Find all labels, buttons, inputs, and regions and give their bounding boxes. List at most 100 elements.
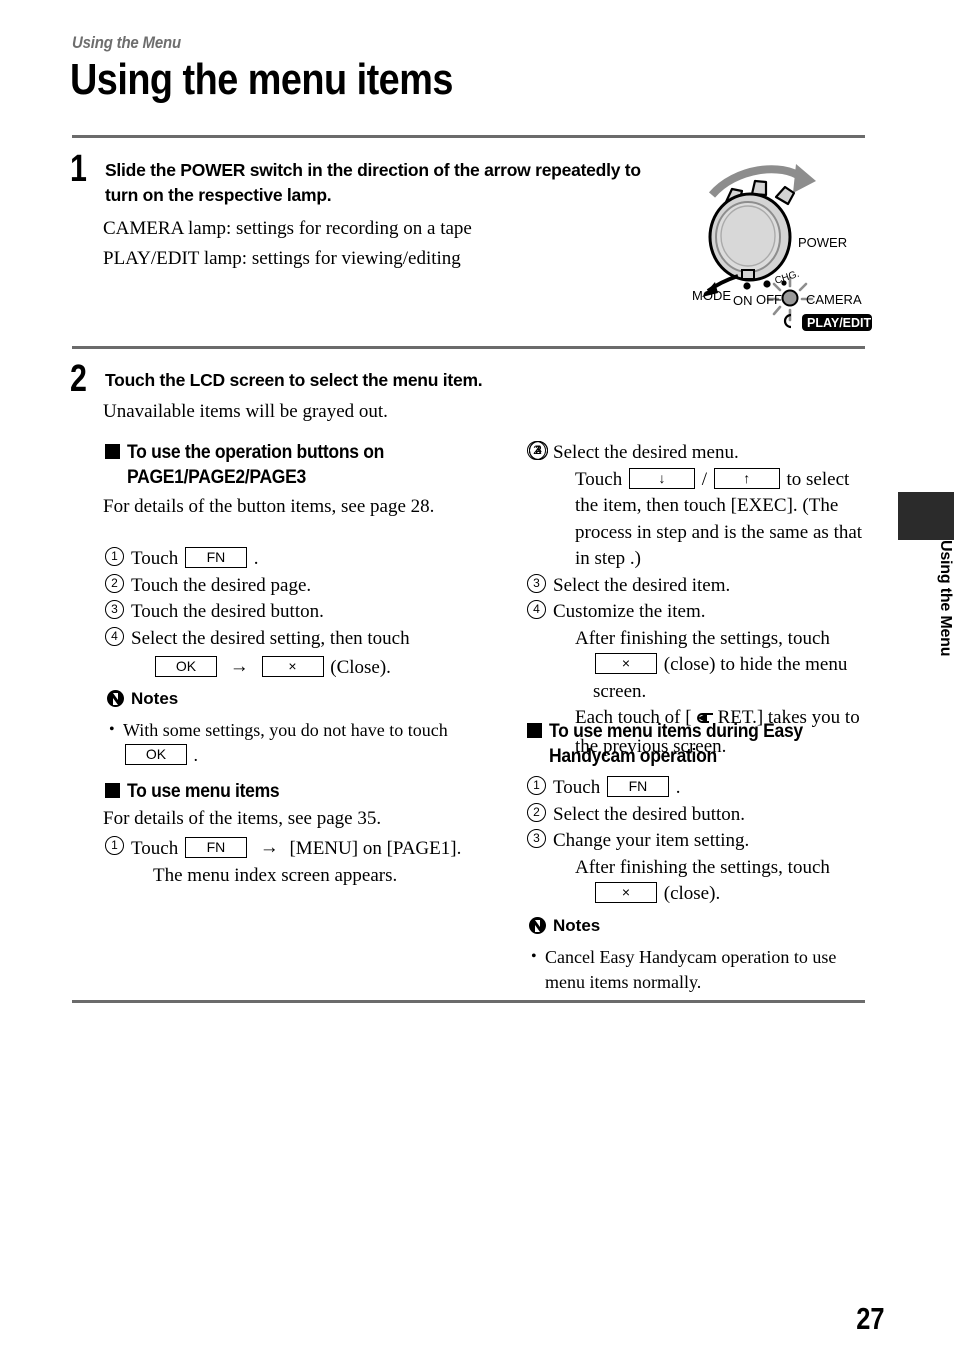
- key-ok[interactable]: OK: [155, 656, 217, 677]
- list-item-sub: Touch ↓ / ↑ to select the item, then tou…: [529, 441, 867, 573]
- notes-heading-2: Notes: [529, 916, 600, 936]
- notes-list-1: With some settings, you do not have to t…: [107, 717, 457, 768]
- notes-title: Notes: [553, 916, 601, 935]
- key-close[interactable]: ×: [261, 656, 324, 677]
- list-item: 3 Change your item setting. After finish…: [527, 828, 867, 908]
- list-item: With some settings, you do not have to t…: [107, 717, 457, 768]
- divider-top: [72, 135, 865, 138]
- step-1-body-line-1: CAMERA lamp: settings for recording on a…: [103, 218, 472, 239]
- section2-steps: 1 Touch FN → [MENU] on [PAGE1]. The menu…: [105, 835, 465, 889]
- circled-number: 2: [105, 573, 124, 593]
- list-item-text: Select the desired button.: [553, 803, 746, 825]
- key-arrow-up[interactable]: ↑: [713, 467, 780, 489]
- step-1-body-line-2: PLAY/EDIT lamp: settings for viewing/edi…: [103, 248, 461, 269]
- circled-number-ref-2: 2: [529, 441, 548, 460]
- key-fn[interactable]: FN: [606, 776, 669, 797]
- list-item-text: Touch: [131, 548, 179, 569]
- list-item: 2 Touch the desired page.: [105, 573, 465, 600]
- step-2-body-line-1: Unavailable items will be grayed out.: [103, 401, 388, 422]
- list-item-text: Change your item setting.: [553, 830, 750, 851]
- list-item-text: Touch the desired button.: [131, 601, 324, 622]
- section2-intro: For details of the items, see page 35.: [103, 808, 382, 829]
- manual-page: Using the Menu Using the menu items 1 Sl…: [0, 0, 954, 1357]
- sub-text-before: Touch: [575, 468, 623, 490]
- circled-number: 1: [105, 836, 124, 855]
- note-suffix: .: [193, 745, 199, 765]
- step-1-heading: Slide the POWER switch in the direction …: [105, 160, 641, 205]
- dial-label-power: POWER: [798, 235, 847, 250]
- heading-operation-buttons-line2: PAGE1/PAGE2/PAGE3: [127, 466, 306, 488]
- key-fn[interactable]: FN: [184, 837, 247, 858]
- list-item-suffix: .: [253, 548, 259, 569]
- dial-label-off: OFF: [756, 292, 782, 307]
- sub-line-1: After finishing the settings, touch: [575, 627, 830, 649]
- list-item: Cancel Easy Handycam operation to use me…: [529, 944, 869, 995]
- key-close[interactable]: ×: [595, 653, 657, 674]
- page-number: 27: [855, 1301, 884, 1336]
- key-close[interactable]: ×: [595, 882, 657, 903]
- power-switch-diagram: POWER MODE ON OFF CHG. CAMERA PLAY/EDIT: [690, 152, 876, 332]
- heading-easy-handycam-line1: To use menu items during Easy: [549, 720, 803, 742]
- list-item: 2 Select the desired button.: [527, 802, 867, 829]
- heading-operation-buttons-line1: To use the operation buttons on: [127, 441, 385, 463]
- square-bullet-icon: [105, 444, 120, 459]
- slash: /: [701, 468, 707, 490]
- divider-bottom: [72, 1000, 865, 1003]
- section1-steps: 1 Touch FN . 2 Touch the desired page. 3…: [105, 546, 465, 682]
- list-item-text: Touch the desired page.: [131, 574, 312, 596]
- list-item-sub: OK → × (Close).: [131, 654, 465, 682]
- square-bullet-icon: [527, 723, 542, 738]
- key-ok[interactable]: OK: [125, 744, 187, 765]
- section1-intro: For details of the button items, see pag…: [103, 496, 435, 517]
- key-arrow-down[interactable]: ↓: [628, 467, 695, 489]
- notes-icon: [529, 917, 546, 934]
- list-item-text: Touch: [131, 838, 179, 859]
- side-tab-label: Using the Menu: [937, 540, 954, 657]
- sub-line-2: × (close).: [575, 881, 867, 908]
- notes-title: Notes: [131, 689, 179, 708]
- circled-number: 3: [527, 829, 546, 848]
- arrow-right-icon: →: [259, 837, 279, 858]
- section-kicker: Using the Menu: [72, 33, 181, 52]
- list-item: 3 Select the desired item.: [527, 573, 867, 600]
- heading-use-menu-items-line1: To use menu items: [127, 780, 280, 802]
- circled-number: 1: [105, 547, 124, 566]
- step-2-body: Unavailable items will be grayed out.: [103, 397, 663, 427]
- note-text: With some settings, you do not have to t…: [123, 720, 448, 740]
- list-item-text: Select the desired menu.: [553, 442, 739, 463]
- list-item: 2 Select the desired menu. Touch ↓ / ↑ t…: [527, 440, 867, 573]
- sub-end: .): [629, 548, 641, 569]
- step-2-number: 2: [70, 358, 87, 400]
- circled-number: 3: [105, 600, 124, 619]
- list-item: 1 Touch FN .: [105, 546, 465, 573]
- arrow-right-icon: →: [229, 656, 249, 677]
- notes-list-2: Cancel Easy Handycam operation to use me…: [529, 944, 869, 995]
- list-item-text: Select the desired item.: [553, 574, 731, 596]
- circled-number: 4: [527, 600, 546, 619]
- step-2-heading: Touch the LCD screen to select the menu …: [105, 370, 483, 390]
- side-tab-block: [898, 492, 954, 540]
- key-fn[interactable]: FN: [184, 547, 247, 568]
- circled-number: 1: [527, 776, 546, 795]
- heading-easy-handycam: To use menu items during Easy Handycam o…: [527, 719, 872, 769]
- step-1-body: CAMERA lamp: settings for recording on a…: [103, 214, 663, 274]
- list-item: 3 Touch the desired button.: [105, 599, 465, 626]
- step-1-number: 1: [70, 148, 87, 190]
- dial-label-on: ON: [733, 293, 753, 308]
- dial-label-camera: CAMERA: [806, 292, 862, 307]
- sub-line-1: After finishing the settings, touch: [575, 856, 830, 878]
- page-title: Using the menu items: [70, 55, 453, 104]
- list-item-sub: After finishing the settings, touch × (c…: [553, 855, 867, 908]
- list-item-sub: The menu index screen appears.: [153, 864, 398, 886]
- dial-label-playedit: PLAY/EDIT: [807, 316, 872, 330]
- sub-line-2-text: (close).: [663, 883, 721, 904]
- dial-label-chg: CHG.: [774, 269, 801, 287]
- square-bullet-icon: [105, 783, 120, 798]
- heading-operation-buttons: To use the operation buttons on PAGE1/PA…: [105, 440, 475, 490]
- list-item-suffix: [MENU] on [PAGE1].: [289, 838, 462, 859]
- circled-number: 2: [527, 802, 546, 822]
- notes-heading-1: Notes: [107, 689, 178, 709]
- list-item-suffix: .: [675, 777, 681, 798]
- list-item-text: Touch: [553, 777, 601, 798]
- list-item-suffix: (Close).: [330, 657, 391, 678]
